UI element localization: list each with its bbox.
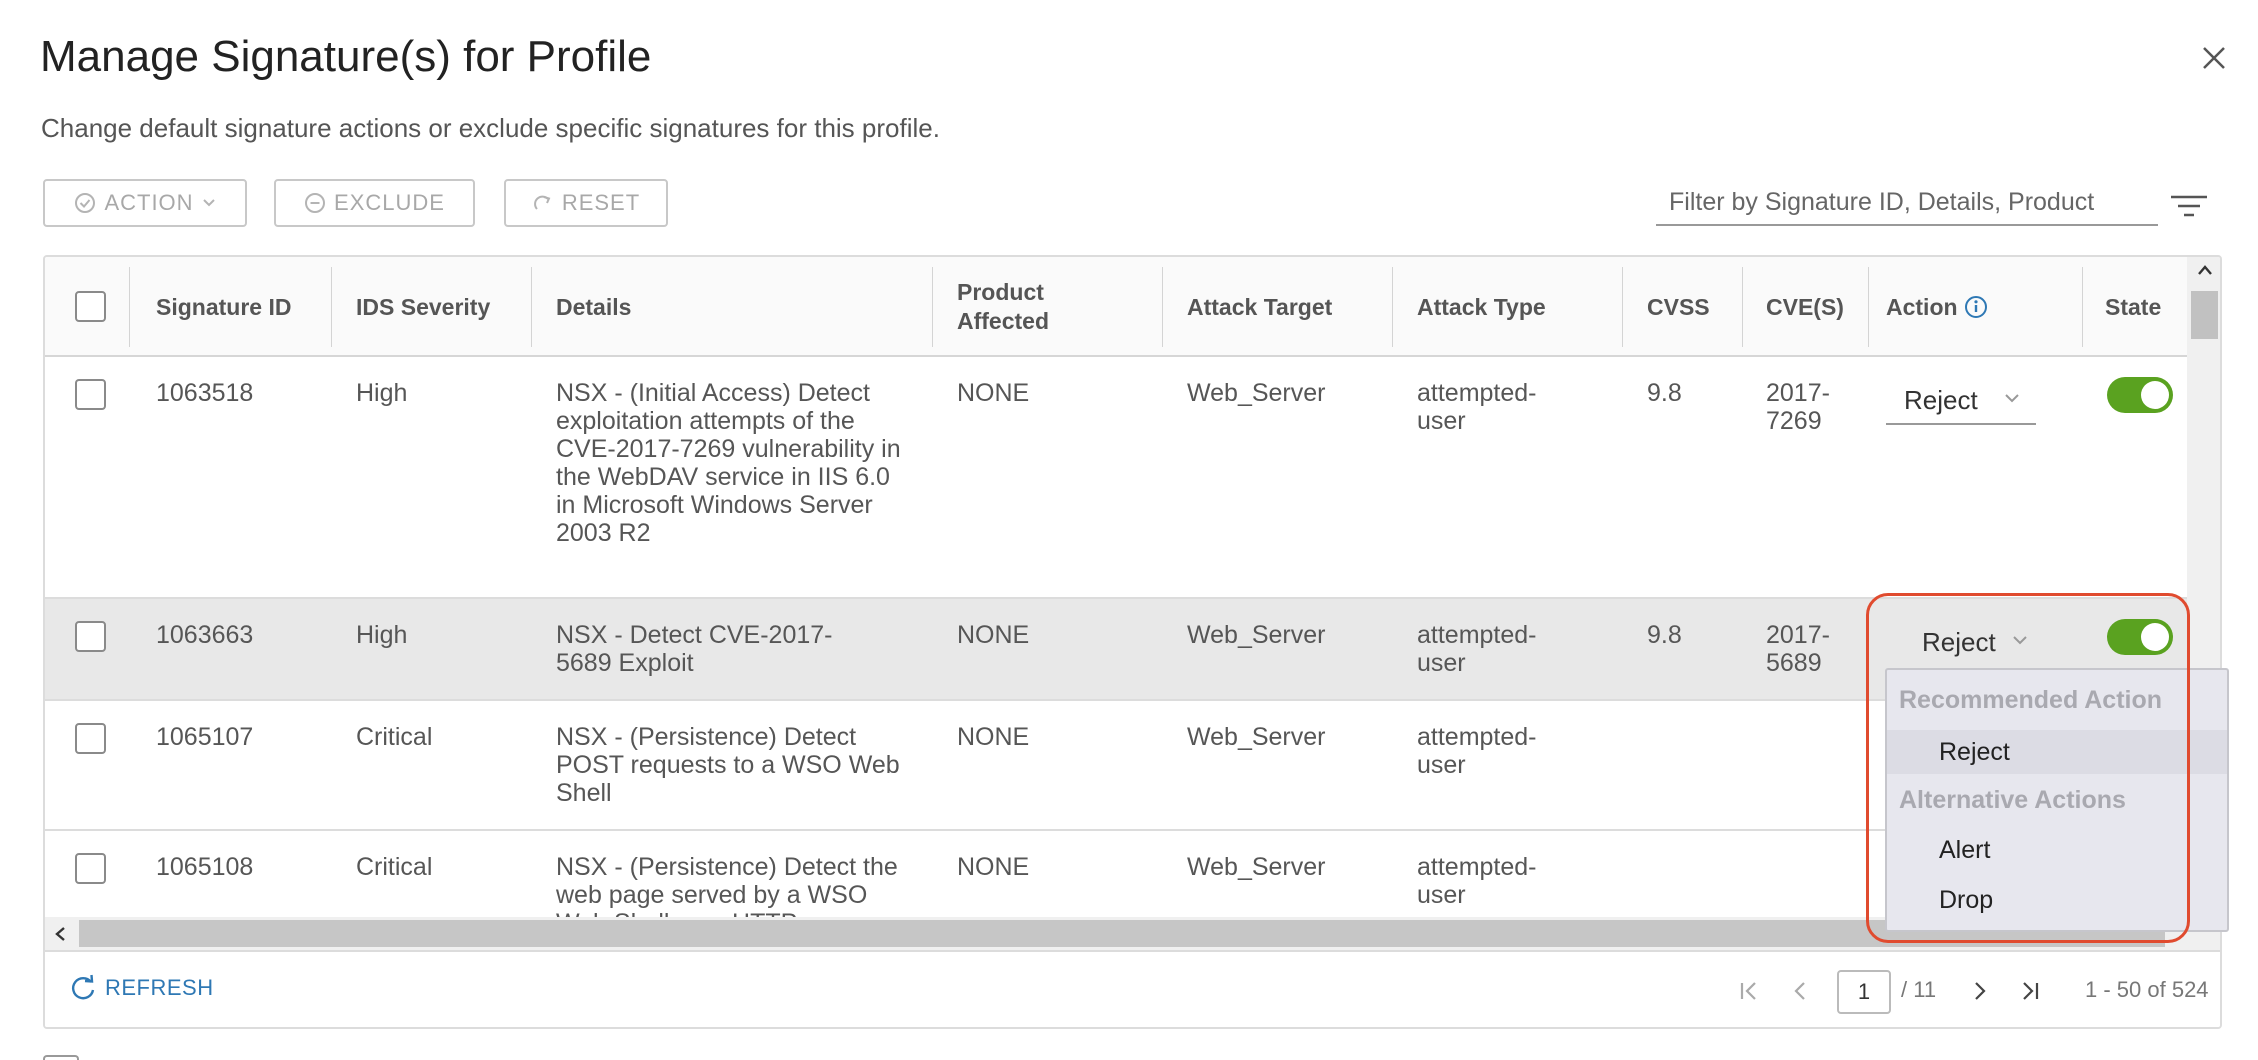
cell-attack-target: Web_Server: [1187, 853, 1326, 881]
table-row: 1065107 Critical NSX - (Persistence) Det…: [45, 701, 2187, 831]
last-page-icon[interactable]: [2019, 980, 2041, 1002]
col-action[interactable]: Action: [1886, 257, 1988, 357]
chevron-down-icon: [202, 199, 215, 207]
row-checkbox[interactable]: [75, 723, 106, 754]
table-header: Signature ID IDS Severity Details Produc…: [45, 257, 2187, 357]
filter-field[interactable]: [1656, 180, 2158, 226]
cell-product: NONE: [957, 853, 1030, 881]
cell-product: NONE: [957, 621, 1030, 649]
state-toggle[interactable]: [2107, 377, 2173, 413]
cell-attack-target: Web_Server: [1187, 621, 1326, 649]
cell-product: NONE: [957, 723, 1030, 751]
reset-button-label: RESET: [561, 190, 641, 215]
col-attack-type[interactable]: Attack Type: [1417, 257, 1546, 357]
refresh-icon: [72, 974, 95, 1000]
partial-checkbox: [43, 1055, 79, 1060]
refresh-label: REFRESH: [105, 975, 214, 1000]
cell-attack-type: attempted-user: [1417, 379, 1537, 435]
cell-cve: 2017-7269: [1766, 379, 1830, 435]
total-pages: / 11: [1901, 977, 1937, 1002]
page-title: Manage Signature(s) for Profile: [40, 32, 652, 81]
cell-attack-target: Web_Server: [1187, 723, 1326, 751]
table-row: 1063518 High NSX - (Initial Access) Dete…: [45, 357, 2187, 599]
col-details[interactable]: Details: [556, 257, 631, 357]
action-select[interactable]: Reject: [1886, 377, 2036, 425]
cell-severity: High: [356, 621, 408, 649]
col-product-affected[interactable]: Product Affected: [957, 257, 1049, 357]
cell-details: NSX - (Persistence) Detect POST requests…: [556, 723, 900, 807]
exclude-button[interactable]: EXCLUDE: [274, 179, 475, 227]
row-checkbox[interactable]: [75, 621, 106, 652]
close-icon[interactable]: [2196, 40, 2232, 76]
first-page-icon[interactable]: [1738, 980, 1760, 1002]
filter-lines-icon[interactable]: [2169, 192, 2209, 220]
check-circle-icon: [75, 193, 96, 213]
cell-details: NSX - (Persistence) Detect the web page …: [556, 853, 898, 917]
col-cvss[interactable]: CVSS: [1647, 257, 1710, 357]
select-all-checkbox[interactable]: [75, 291, 106, 322]
next-page-icon[interactable]: [1969, 980, 1991, 1002]
action-button[interactable]: ACTION: [43, 179, 247, 227]
cell-product: NONE: [957, 379, 1030, 407]
action-button-label: ACTION: [104, 190, 194, 215]
cell-severity: Critical: [356, 723, 433, 751]
dialog-subtitle: Change default signature actions or excl…: [41, 113, 940, 143]
action-select-value: Reject: [1904, 385, 1978, 415]
row-checkbox[interactable]: [75, 379, 106, 410]
pagination-range: 1 - 50 of 524: [2085, 977, 2209, 1002]
col-signature-id[interactable]: Signature ID: [156, 257, 291, 357]
col-action-label: Action: [1886, 293, 1958, 320]
cell-cvss: 9.8: [1647, 621, 1682, 649]
page-number-input[interactable]: 1: [1837, 970, 1891, 1014]
cell-attack-type: attempted-user: [1417, 621, 1537, 677]
dropdown-group-alternative: Alternative Actions: [1899, 786, 2126, 814]
cell-severity: Critical: [356, 853, 433, 881]
horizontal-scroll-thumb[interactable]: [79, 920, 2165, 947]
cell-signature-id: 1065107: [156, 723, 254, 751]
chevron-down-icon: [2013, 636, 2027, 645]
col-state[interactable]: State: [2105, 257, 2161, 357]
chevron-down-icon: [2005, 394, 2019, 403]
cell-severity: High: [356, 379, 408, 407]
row-checkbox[interactable]: [75, 853, 106, 884]
cell-attack-target: Web_Server: [1187, 379, 1326, 407]
scroll-up-icon[interactable]: [2196, 263, 2214, 277]
info-icon[interactable]: [1964, 295, 1988, 319]
col-product-affected-line2: Affected: [957, 308, 1050, 334]
col-attack-target[interactable]: Attack Target: [1187, 257, 1332, 357]
previous-page-icon[interactable]: [1789, 980, 1811, 1002]
vertical-scroll-thumb[interactable]: [2191, 291, 2218, 339]
cell-signature-id: 1063518: [156, 379, 254, 407]
redo-icon: [533, 195, 551, 210]
dropdown-option-drop[interactable]: Drop: [1887, 878, 2227, 922]
action-dropdown-menu: Recommended Action Reject Alternative Ac…: [1885, 668, 2229, 932]
cell-signature-id: 1065108: [156, 853, 254, 881]
col-product-affected-line1: Product: [957, 279, 1044, 305]
cell-details: NSX - Detect CVE-2017-5689 Exploit: [556, 621, 833, 677]
table-row: 1065108 Critical NSX - (Persistence) Det…: [45, 831, 2187, 917]
cell-attack-type: attempted-user: [1417, 853, 1537, 909]
reset-button[interactable]: RESET: [504, 179, 668, 227]
cell-details: NSX - (Initial Access) Detect exploitati…: [556, 379, 901, 547]
filter-input[interactable]: [1656, 180, 2158, 224]
action-select-value: Reject: [1922, 627, 1996, 657]
minus-circle-icon: [305, 193, 326, 213]
table-row: 1063663 High NSX - Detect CVE-2017-5689 …: [45, 599, 2187, 701]
action-select-open[interactable]: Reject: [1904, 619, 2044, 667]
col-ids-severity[interactable]: IDS Severity: [356, 257, 490, 357]
cell-cve: 2017-5689: [1766, 621, 1830, 677]
cell-cvss: 9.8: [1647, 379, 1682, 407]
exclude-button-label: EXCLUDE: [334, 190, 445, 215]
dropdown-group-recommended: Recommended Action: [1899, 686, 2163, 714]
col-cves[interactable]: CVE(S): [1766, 257, 1844, 357]
state-toggle[interactable]: [2107, 619, 2173, 655]
grid-footer: REFRESH 1 / 11 1 - 50 of 524: [45, 950, 2220, 1027]
refresh-button[interactable]: REFRESH: [69, 974, 214, 1002]
cell-attack-type: attempted-user: [1417, 723, 1537, 779]
dropdown-option-alert[interactable]: Alert: [1887, 828, 2227, 872]
dropdown-option-reject[interactable]: Reject: [1887, 730, 2227, 774]
cell-signature-id: 1063663: [156, 621, 254, 649]
scroll-left-icon[interactable]: [53, 926, 67, 942]
